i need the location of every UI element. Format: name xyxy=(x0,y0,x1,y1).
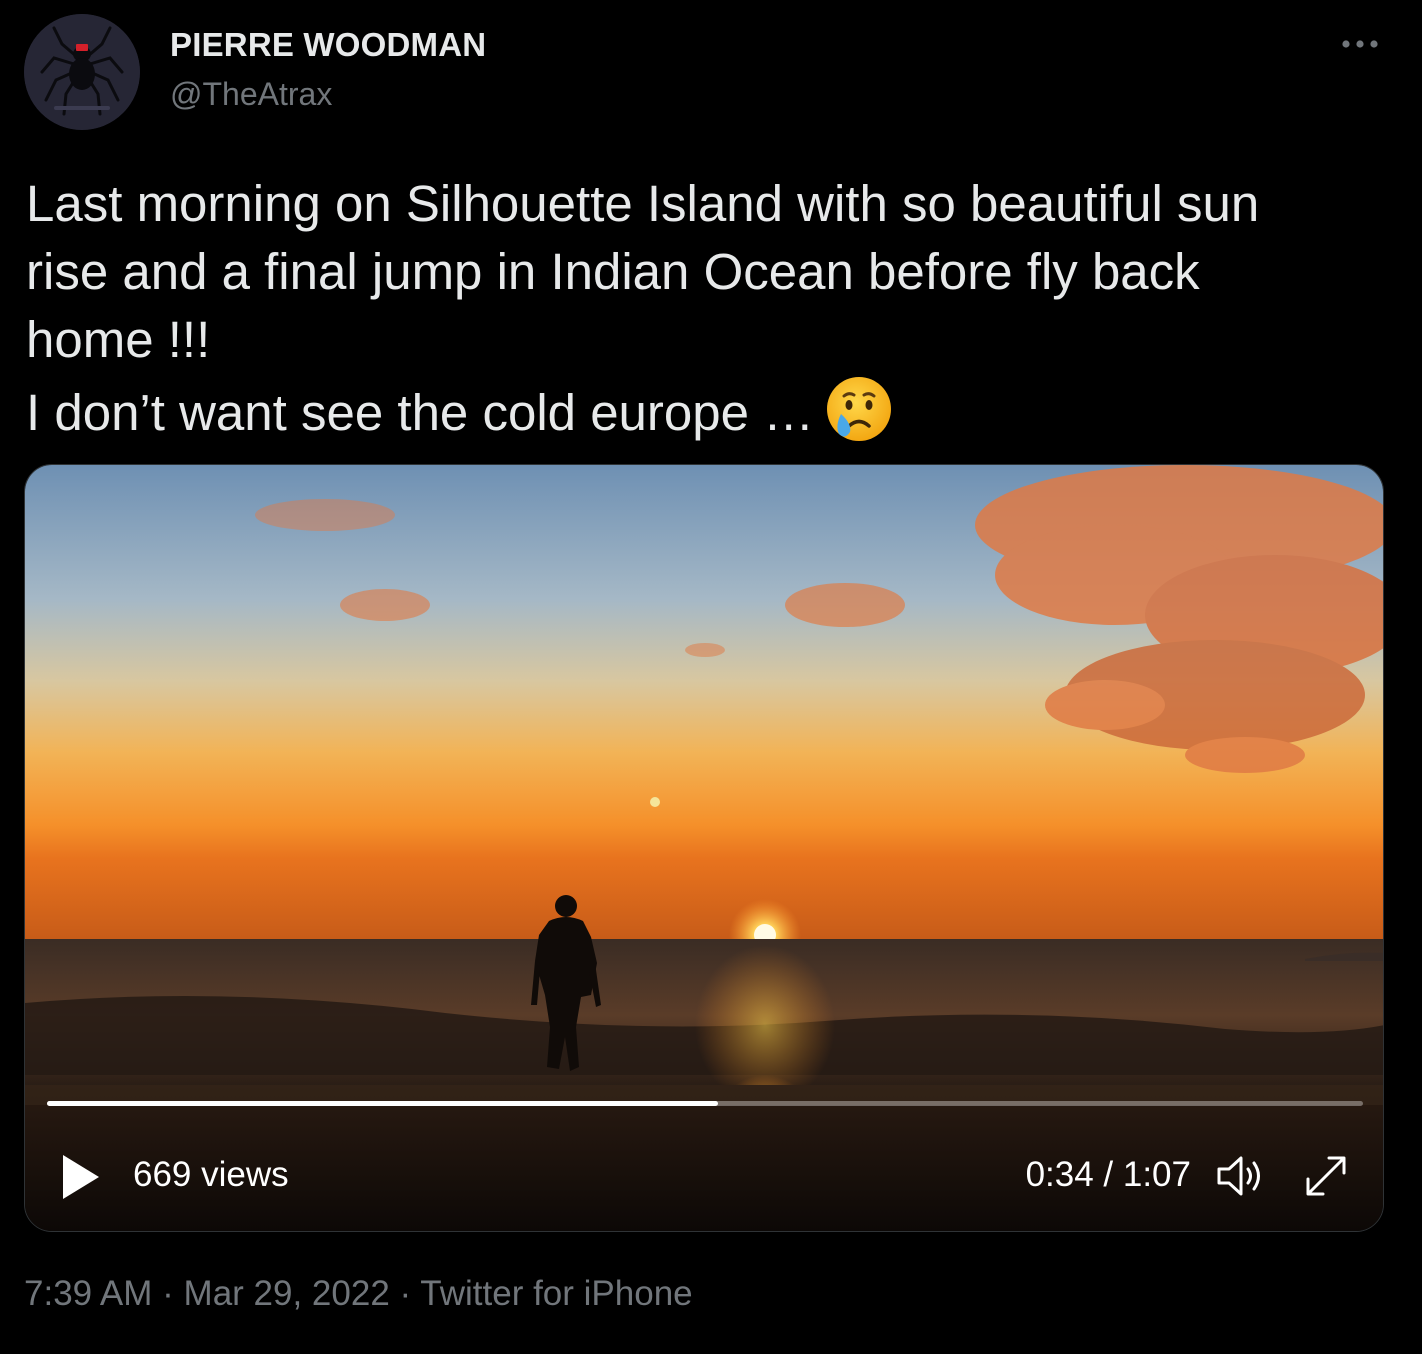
video-progress-fill xyxy=(47,1101,719,1106)
tweet-source[interactable]: Twitter for iPhone xyxy=(420,1274,692,1313)
author-handle[interactable]: @TheAtrax xyxy=(170,76,332,113)
meta-separator: · xyxy=(399,1274,412,1313)
tweet-text-line: I don’t want see the cold europe … xyxy=(26,384,815,441)
expand-icon xyxy=(1306,1156,1346,1196)
tweet-text: Last morning on Silhouette Island with s… xyxy=(26,170,1396,461)
author-display-name[interactable]: PIERRE WOODMAN xyxy=(170,26,486,64)
tweet-text-line-last: I don’t want see the cold europe … xyxy=(26,374,1396,461)
tweet-time[interactable]: 7:39 AM xyxy=(24,1274,152,1313)
spider-icon xyxy=(24,14,140,130)
tweet-date[interactable]: Mar 29, 2022 xyxy=(184,1274,390,1313)
video-player[interactable]: 669 views 0:34 / 1:07 xyxy=(24,464,1384,1232)
play-button[interactable] xyxy=(59,1151,103,1203)
tweet-meta: 7:39 AM · Mar 29, 2022 · Twitter for iPh… xyxy=(24,1274,693,1314)
tweet: PIERRE WOODMAN @TheAtrax Last morning on… xyxy=(0,0,1422,1354)
volume-button[interactable] xyxy=(1215,1153,1267,1199)
more-dots-icon xyxy=(1342,40,1378,48)
play-icon xyxy=(63,1155,99,1199)
video-frame xyxy=(25,465,1383,1231)
tweet-text-line: home !!! xyxy=(26,311,211,368)
more-options-button[interactable] xyxy=(1336,28,1384,60)
fullscreen-button[interactable] xyxy=(1301,1151,1351,1201)
crying-face-emoji xyxy=(824,374,894,461)
tweet-text-line: Last morning on Silhouette Island with s… xyxy=(26,175,1260,232)
meta-separator: · xyxy=(162,1274,174,1313)
video-time: 0:34 / 1:07 xyxy=(1025,1155,1191,1194)
video-view-count: 669 views xyxy=(133,1155,289,1194)
avatar[interactable] xyxy=(24,14,140,130)
tweet-text-line: rise and a final jump in Indian Ocean be… xyxy=(26,243,1200,300)
speaker-icon xyxy=(1217,1156,1260,1196)
video-progress-bar[interactable] xyxy=(47,1101,1363,1106)
